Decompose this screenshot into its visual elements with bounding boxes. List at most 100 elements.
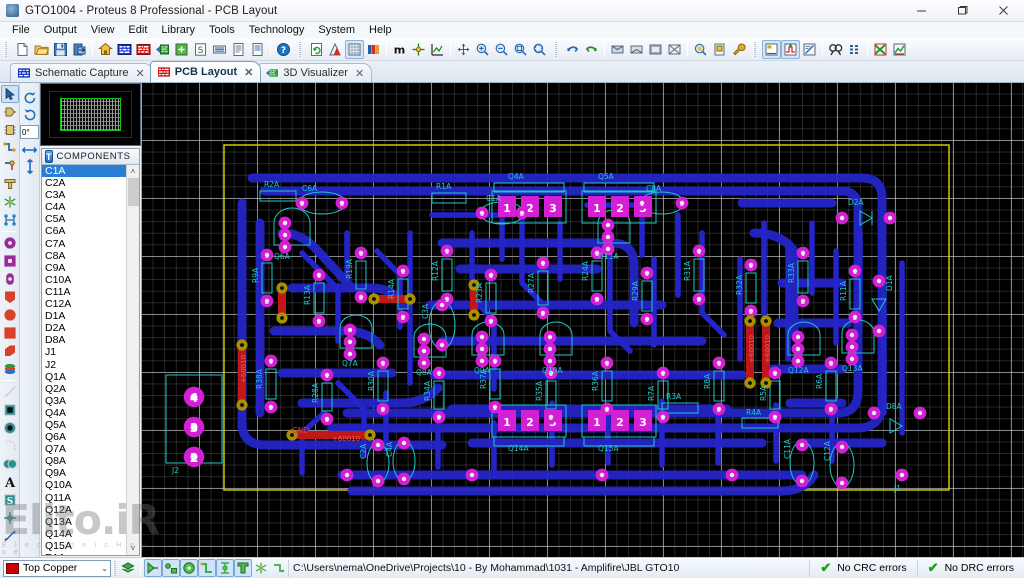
close-button[interactable] [983,0,1024,22]
tab-close-icon[interactable]: ✕ [244,66,253,79]
scroll-up-arrow[interactable]: ˄ [127,165,140,178]
list-item[interactable]: Q4A [42,407,126,419]
list-item[interactable]: C8A [42,250,126,262]
minimize-button[interactable] [901,0,942,22]
copy-icon[interactable] [627,40,646,59]
menu-technology[interactable]: Technology [242,22,312,38]
edge-smt-pad-icon[interactable] [1,288,19,306]
design-rule-manager-icon[interactable] [800,40,819,59]
menu-tools[interactable]: Tools [202,22,242,38]
help-question-icon[interactable]: ? [274,40,293,59]
menu-view[interactable]: View [84,22,122,38]
gerber-viewer-icon[interactable] [172,40,191,59]
list-item[interactable]: Q9A [42,467,126,479]
list-item[interactable]: D2A [42,322,126,334]
pad-stack-icon[interactable] [1,360,19,378]
list-item[interactable]: Q10A [42,479,126,491]
bill-of-materials-icon[interactable] [210,40,229,59]
pan-icon[interactable] [454,40,473,59]
statusbar-grip[interactable] [113,561,116,576]
package-icon[interactable] [710,40,729,59]
list-item[interactable]: C1A [42,165,126,177]
list-item[interactable]: C11A [42,286,126,298]
2d-arc-icon[interactable] [1,437,19,455]
origin-icon[interactable] [409,40,428,59]
2d-path-icon[interactable] [1,455,19,473]
tab-pcb-layout[interactable]: PCB Layout ✕ [150,61,262,82]
menu-library[interactable]: Library [154,22,202,38]
layers-icon[interactable] [326,40,345,59]
display-vectors-icon[interactable] [162,559,180,577]
zoom-all-icon[interactable] [511,40,530,59]
via-mode-icon[interactable] [1,157,19,175]
display-pads-icon[interactable] [180,559,198,577]
pcb-layout-icon[interactable] [134,40,153,59]
redo-icon[interactable] [582,40,601,59]
track-mode-icon[interactable] [1,139,19,157]
list-item[interactable]: Q3A [42,395,126,407]
components-scrollbar[interactable]: ˄ ˅ [126,165,139,555]
2d-symbol-icon[interactable]: S [1,491,19,509]
colour-icon[interactable] [364,40,383,59]
toolbar-grip[interactable] [4,42,7,57]
list-item[interactable]: Q12A [42,504,126,516]
toolbar-grip[interactable] [298,42,301,57]
circular-smt-pad-icon[interactable] [1,306,19,324]
cadcam-output-icon[interactable] [229,40,248,59]
2d-text-icon[interactable]: A [1,473,19,491]
paste-icon[interactable] [646,40,665,59]
list-item[interactable]: D8A [42,334,126,346]
toolbar-grip[interactable] [554,42,557,57]
polygonal-smt-pad-icon[interactable] [1,342,19,360]
maximize-button[interactable] [942,0,983,22]
display-silk-icon[interactable] [252,559,270,577]
tab-close-icon[interactable]: ✕ [136,67,145,80]
display-text-icon[interactable] [234,559,252,577]
list-item[interactable]: J2 [42,359,126,371]
rotate-clockwise-icon[interactable] [21,89,39,106]
pick-ruler-icon[interactable] [428,40,447,59]
autorouter-icon[interactable] [781,40,800,59]
menu-system[interactable]: System [311,22,362,38]
round-through-pad-icon[interactable] [1,234,19,252]
components-list[interactable]: C1AC2AC3AC4AC5AC6AC7AC8AC9AC10AC11AC12AD… [42,165,139,555]
list-item[interactable]: Q8A [42,455,126,467]
list-item[interactable]: Q7A [42,443,126,455]
gerber-export-icon[interactable] [890,40,909,59]
menu-output[interactable]: Output [37,22,84,38]
schematic-capture-icon[interactable] [115,40,134,59]
grid-toggle-icon[interactable] [345,40,364,59]
display-zones-icon[interactable] [270,559,288,577]
autoplacer-icon[interactable] [762,40,781,59]
tab-3d-visualizer[interactable]: 3D Visualizer ✕ [258,63,372,82]
list-item[interactable]: C9A [42,262,126,274]
connectivity-highlight-icon[interactable] [1,211,19,229]
layer-stack-icon[interactable] [119,559,137,577]
undo-icon[interactable] [563,40,582,59]
menu-edit[interactable]: Edit [121,22,154,38]
selection-arrow-icon[interactable] [1,85,19,103]
rotate-counterclockwise-icon[interactable] [21,106,39,123]
refresh-display-icon[interactable] [307,40,326,59]
cut-icon[interactable] [608,40,627,59]
metric-imperial-icon[interactable]: m [390,40,409,59]
package-mode-icon[interactable] [1,121,19,139]
list-item[interactable]: Q1A [42,371,126,383]
chevron-down-icon[interactable]: ⌄ [101,564,108,573]
netlist-icon[interactable] [845,40,864,59]
new-document-icon[interactable] [13,40,32,59]
2d-box-icon[interactable] [1,401,19,419]
scroll-down-arrow[interactable]: ˅ [127,542,140,555]
tab-close-icon[interactable]: ✕ [355,67,364,80]
list-item[interactable]: C2A [42,177,126,189]
display-drill-icon[interactable] [216,559,234,577]
list-item[interactable]: C6A [42,225,126,237]
find-icon[interactable] [826,40,845,59]
list-item[interactable]: Q6A [42,431,126,443]
2d-line-icon[interactable] [1,383,19,401]
list-item[interactable]: Q5A [42,419,126,431]
3d-visualizer-icon[interactable] [153,40,172,59]
list-item[interactable]: Q2A [42,383,126,395]
mirror-vertical-icon[interactable] [21,158,39,175]
rect-smt-pad-icon[interactable] [1,324,19,342]
